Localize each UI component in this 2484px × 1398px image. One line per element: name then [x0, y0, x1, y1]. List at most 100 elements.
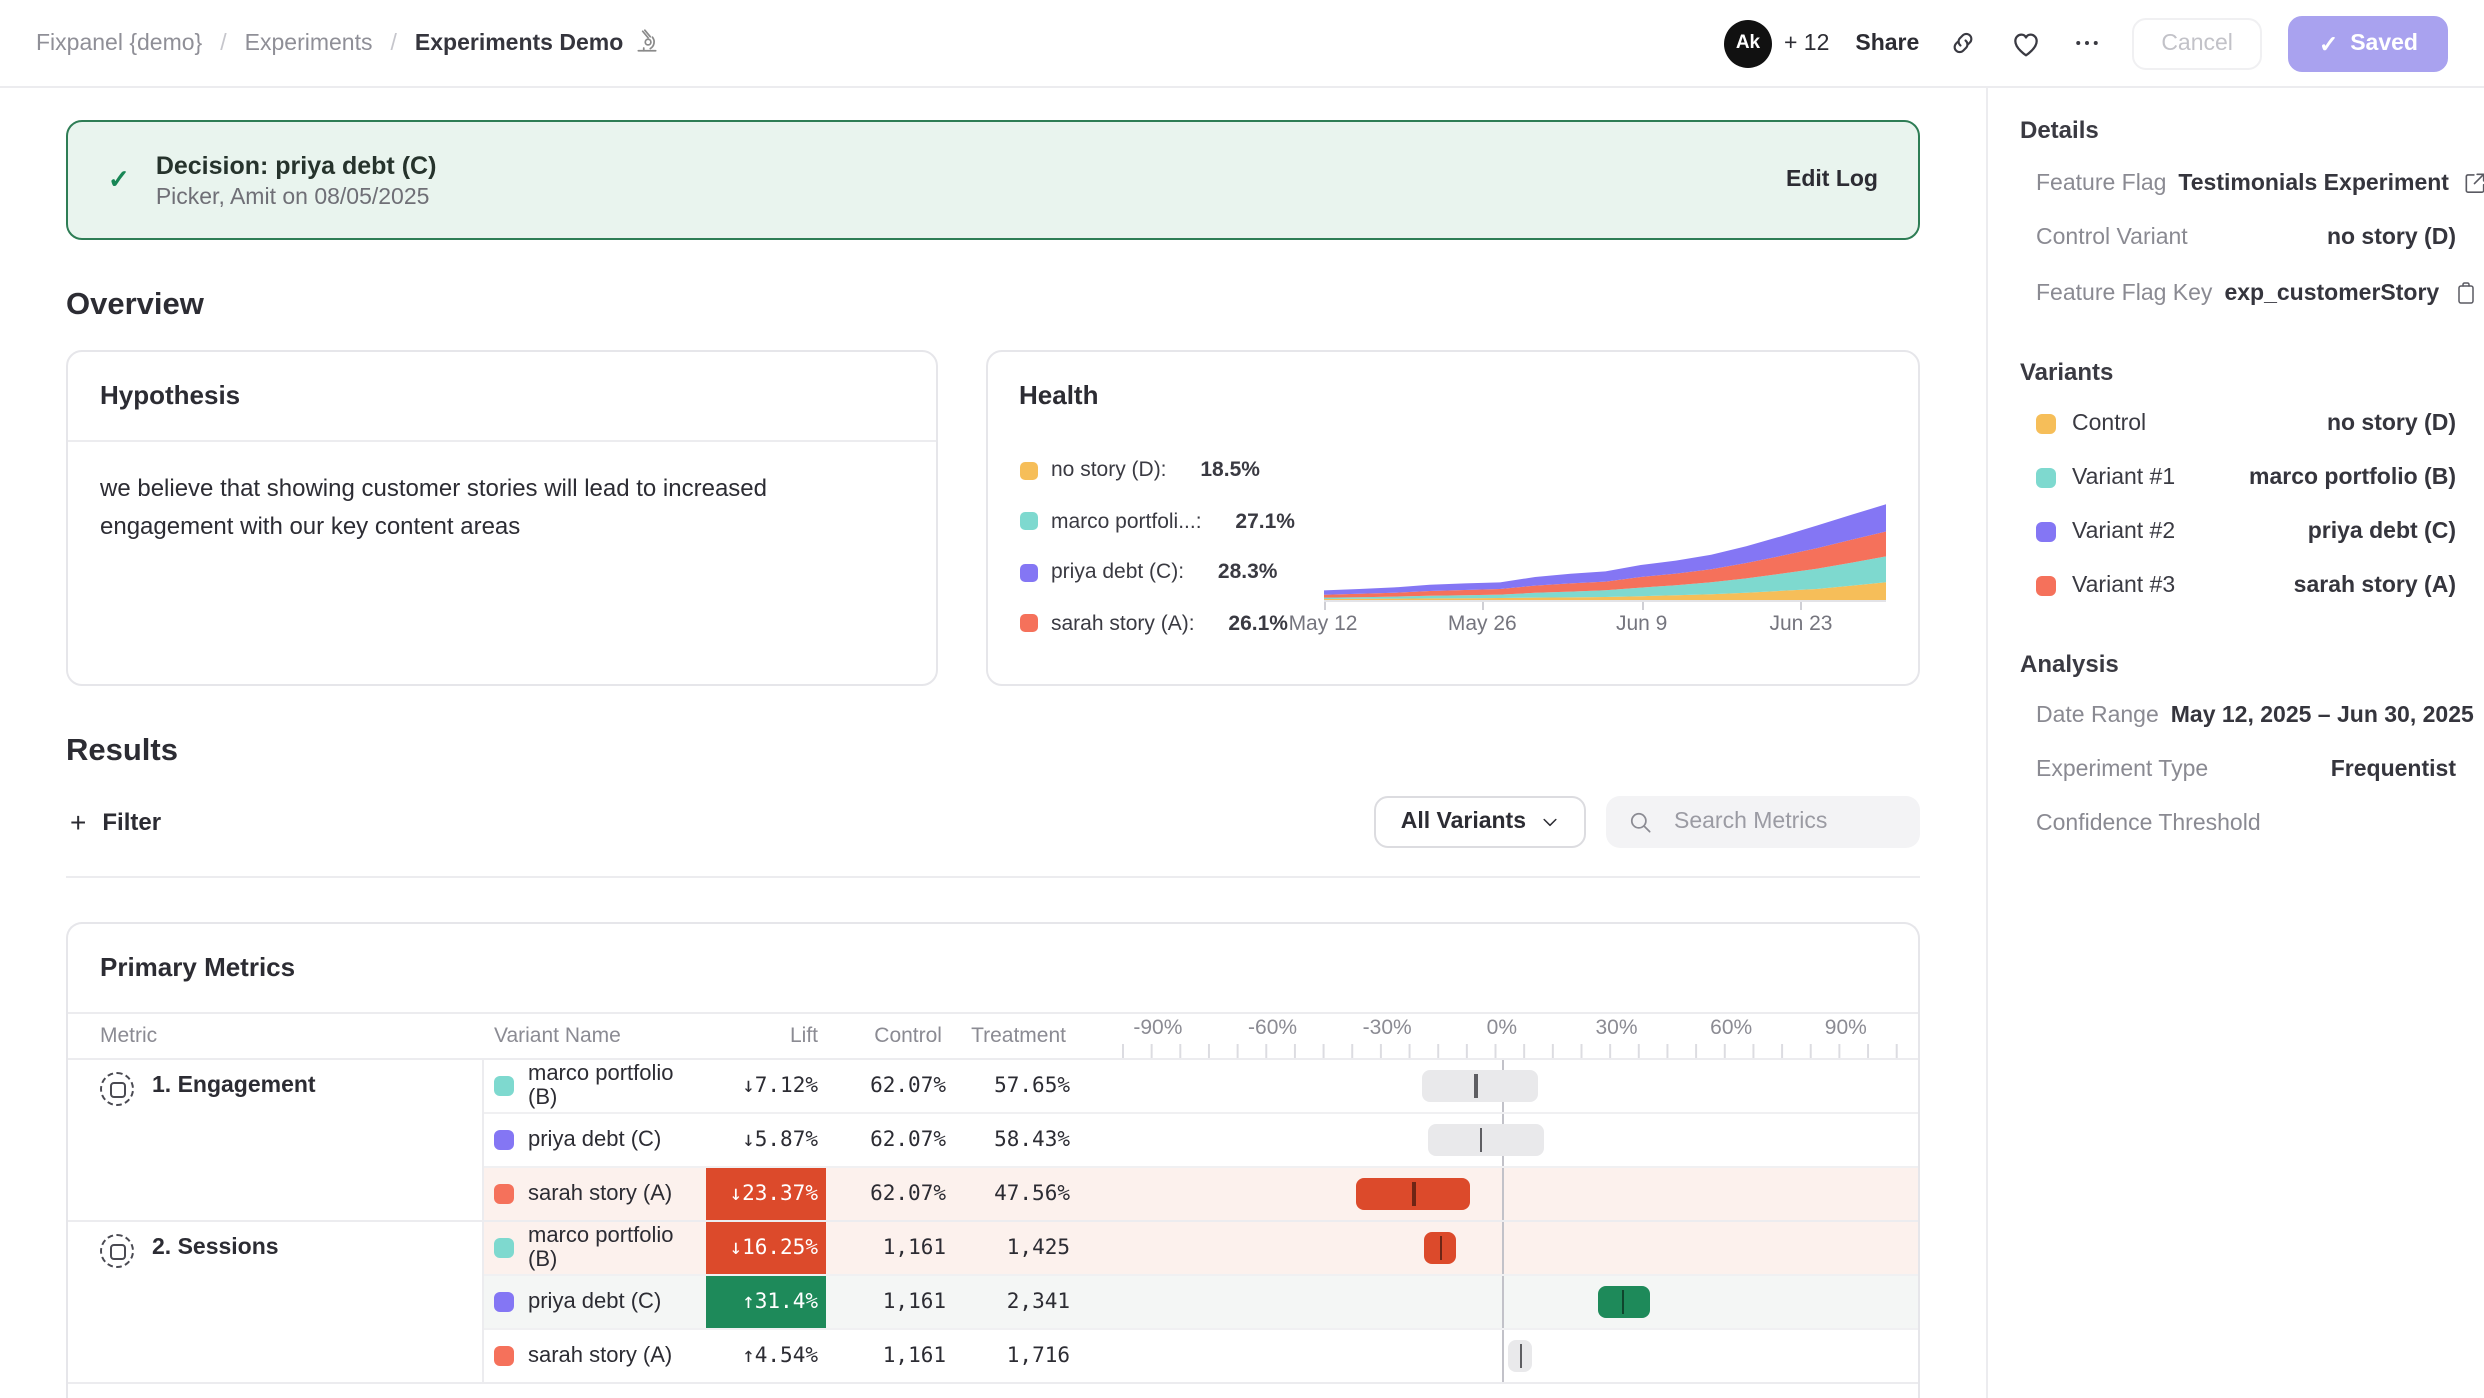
axis-tick-label: -30%	[1363, 1016, 1412, 1040]
decision-title: Decision: priya debt (C)	[156, 151, 1786, 179]
health-card: Health no story (D): 18.5% marco portfol…	[985, 350, 1920, 686]
variant-row-2: Variant #2 priya debt (C)	[2036, 520, 2456, 544]
breadcrumb-current[interactable]: Experiments Demo	[415, 27, 659, 59]
chart-tick-label: Jun 23	[1769, 611, 1832, 635]
variants-section-title: Variants	[2020, 358, 2456, 386]
health-chart-x-axis: May 12May 26Jun 9Jun 23	[1323, 599, 1886, 635]
axis-tick-label: -60%	[1248, 1016, 1297, 1040]
treatment-value: 1,716	[950, 1330, 1074, 1382]
variant-swatch	[494, 1130, 514, 1150]
top-bar: Fixpanel {demo} / Experiments / Experime…	[0, 0, 2484, 88]
detail-row-feature-flag: Feature Flag Testimonials Experiment	[2036, 170, 2456, 196]
chart-tick	[1801, 601, 1803, 609]
search-metrics-input[interactable]	[1670, 808, 1898, 836]
hypothesis-body: we believe that showing customer stories…	[68, 442, 935, 572]
hypothesis-card: Hypothesis we believe that showing custo…	[66, 350, 937, 686]
analysis-row-confidence-threshold: Confidence Threshold	[2036, 812, 2456, 836]
primary-metrics-card: Primary Metrics Metric Variant Name Lift…	[66, 922, 1920, 1398]
copy-clipboard-icon[interactable]	[2453, 280, 2477, 306]
details-section-title: Details	[2020, 116, 2456, 144]
control-value: 62.07%	[826, 1060, 950, 1112]
decision-subtitle: Picker, Amit on 08/05/2025	[156, 185, 1786, 209]
legend-swatch	[1019, 614, 1037, 632]
breadcrumb-separator: /	[391, 31, 397, 55]
table-row[interactable]: sarah story (A) ↓23.37% 62.07% 47.56%	[484, 1168, 1918, 1220]
breadcrumb-project[interactable]: Fixpanel {demo}	[36, 31, 202, 55]
share-button[interactable]: Share	[1855, 31, 1919, 55]
confidence-interval-bar	[1122, 1276, 1902, 1328]
collaborator-count[interactable]: + 12	[1784, 31, 1829, 55]
treatment-value: 47.56%	[950, 1168, 1074, 1220]
chart-tick-label: Jun 9	[1616, 611, 1667, 635]
control-value: 62.07%	[826, 1114, 950, 1166]
table-row[interactable]: priya debt (C) ↓5.87% 62.07% 58.43%	[484, 1114, 1918, 1168]
primary-metrics-title: Primary Metrics	[100, 952, 295, 982]
chart-tick-label: May 12	[1289, 611, 1358, 635]
cancel-button[interactable]: Cancel	[2131, 17, 2263, 69]
analysis-row-experiment-type: Experiment Type Frequentist	[2036, 758, 2456, 782]
legend-item[interactable]: no story (D): 18.5%	[1019, 458, 1323, 482]
breadcrumb-separator: /	[220, 31, 226, 55]
legend-item[interactable]: marco portfoli...: 27.1%	[1019, 509, 1323, 533]
variant-row-1: Variant #1 marco portfolio (B)	[2036, 466, 2456, 490]
variant-swatch	[2036, 576, 2056, 596]
topbar-actions: Ak + 12 Share Cancel ✓ Saved	[1724, 15, 2448, 71]
control-value: 1,161	[826, 1222, 950, 1274]
legend-item[interactable]: sarah story (A): 26.1%	[1019, 611, 1323, 635]
add-metric-button[interactable]: + Add	[68, 1382, 1918, 1398]
edit-log-button[interactable]: Edit Log	[1786, 168, 1878, 192]
lift-value: ↓16.25%	[706, 1222, 826, 1274]
microscope-icon	[633, 27, 659, 59]
table-row[interactable]: sarah story (A) ↑4.54% 1,161 1,716	[484, 1330, 1918, 1382]
external-link-icon[interactable]	[2463, 170, 2484, 196]
details-sidebar: Details Feature Flag Testimonials Experi…	[1986, 88, 2484, 1398]
table-row[interactable]: marco portfolio (B) ↓16.25% 1,161 1,425	[484, 1222, 1918, 1276]
favorite-heart-icon[interactable]	[2007, 25, 2043, 61]
metric-name: 1. Engagement	[152, 1074, 316, 1098]
variants-dropdown[interactable]: All Variants	[1375, 796, 1586, 848]
metric-group: 1. Engagement marco portfolio (B) ↓7.12%…	[68, 1060, 1918, 1220]
axis-tick-label: 30%	[1595, 1016, 1637, 1040]
metric-icon	[100, 1072, 134, 1106]
lift-value: ↓23.37%	[706, 1168, 826, 1220]
main-content: ✓ Decision: priya debt (C) Picker, Amit …	[0, 88, 1986, 1398]
saved-button[interactable]: ✓ Saved	[2289, 15, 2448, 71]
more-options-icon[interactable]	[2069, 25, 2105, 61]
legend-swatch	[1019, 512, 1037, 530]
detail-row-feature-flag-key: Feature Flag Key exp_customerStory	[2036, 280, 2456, 306]
variant-swatch	[2036, 522, 2056, 542]
lift-value: ↓5.87%	[706, 1114, 826, 1166]
metric-name: 2. Sessions	[152, 1236, 279, 1260]
treatment-value: 58.43%	[950, 1114, 1074, 1166]
chart-tick	[1642, 601, 1644, 609]
control-value: 1,161	[826, 1276, 950, 1328]
experiment-page: Fixpanel {demo} / Experiments / Experime…	[0, 0, 2484, 1398]
variant-row-3: Variant #3 sarah story (A)	[2036, 574, 2456, 598]
check-icon: ✓	[108, 164, 130, 196]
variant-swatch	[494, 1346, 514, 1366]
variant-swatch	[494, 1238, 514, 1258]
confidence-interval-bar	[1122, 1168, 1902, 1220]
variant-row-control: Control no story (D)	[2036, 412, 2456, 436]
treatment-value: 57.65%	[950, 1060, 1074, 1112]
breadcrumb-experiments[interactable]: Experiments	[245, 31, 373, 55]
axis-tick-label: -90%	[1133, 1016, 1182, 1040]
analysis-section-title: Analysis	[2020, 650, 2456, 678]
detail-row-control-variant: Control Variant no story (D)	[2036, 226, 2456, 250]
control-value: 1,161	[826, 1330, 950, 1382]
decision-banner: ✓ Decision: priya debt (C) Picker, Amit …	[66, 120, 1920, 240]
avatar[interactable]: Ak	[1724, 19, 1772, 67]
metric-icon	[100, 1234, 134, 1268]
results-toolbar: + Filter All Variants	[66, 796, 1920, 878]
table-row[interactable]: marco portfolio (B) ↓7.12% 62.07% 57.65%	[484, 1060, 1918, 1114]
axis-tick-label: 90%	[1825, 1016, 1867, 1040]
table-row[interactable]: priya debt (C) ↑31.4% 1,161 2,341	[484, 1276, 1918, 1330]
search-icon	[1628, 809, 1654, 835]
control-value: 62.07%	[826, 1168, 950, 1220]
copy-link-icon[interactable]	[1945, 25, 1981, 61]
search-metrics-box	[1606, 796, 1920, 848]
metrics-table-header: Metric Variant Name Lift Control Treatme…	[68, 1014, 1918, 1060]
add-filter-button[interactable]: + Filter	[66, 806, 161, 838]
variant-swatch	[494, 1076, 514, 1096]
legend-item[interactable]: priya debt (C): 28.3%	[1019, 560, 1323, 584]
